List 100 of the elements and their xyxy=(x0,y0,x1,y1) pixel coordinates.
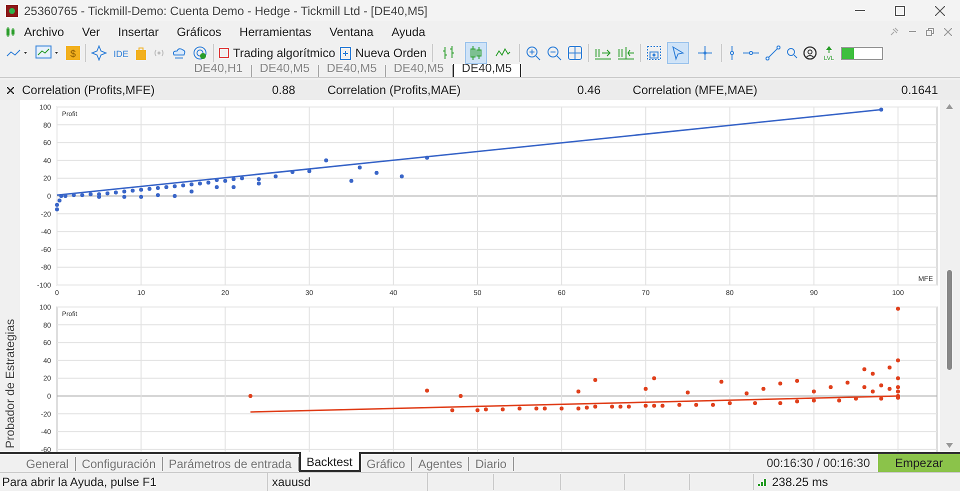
algo-trading-button[interactable]: Trading algorítmico xyxy=(219,44,336,62)
search-icon[interactable] xyxy=(786,47,798,59)
correlation-label: Correlation (Profits,MAE) xyxy=(327,82,461,99)
sparkle-icon[interactable] xyxy=(91,45,107,61)
tester-tab[interactable]: Backtest xyxy=(298,452,361,472)
data-point xyxy=(198,182,202,186)
data-point xyxy=(862,368,866,372)
menu-item[interactable]: Ayuda xyxy=(391,22,426,40)
scroll-up-icon[interactable] xyxy=(946,104,953,109)
data-point xyxy=(139,194,144,199)
shift-left-icon[interactable] xyxy=(616,46,635,60)
candles-icon xyxy=(6,26,16,36)
data-point xyxy=(778,401,782,406)
data-point xyxy=(795,379,800,384)
data-point xyxy=(542,406,547,411)
radar-icon[interactable] xyxy=(192,45,208,61)
pin-icon[interactable] xyxy=(890,27,899,36)
ide-icon[interactable]: IDE xyxy=(112,47,130,59)
data-point xyxy=(710,403,715,408)
data-point xyxy=(248,394,252,398)
data-point xyxy=(896,358,900,363)
data-point xyxy=(854,396,858,401)
data-point xyxy=(677,403,682,408)
grid-icon[interactable] xyxy=(566,45,583,61)
scroll-down-icon[interactable] xyxy=(946,443,953,448)
scroll-right-icon[interactable] xyxy=(594,46,612,60)
ping-time: 238.25 ms xyxy=(772,474,828,491)
tester-tab[interactable]: Agentes xyxy=(412,457,470,471)
tester-tab[interactable]: Configuración xyxy=(76,457,163,471)
data-point xyxy=(458,394,463,398)
tester-tab[interactable]: Gráfico xyxy=(360,457,412,471)
data-point xyxy=(719,380,724,384)
zoom-in-icon[interactable] xyxy=(524,45,541,61)
data-point xyxy=(324,158,328,162)
data-point xyxy=(879,384,884,388)
tester-tab[interactable]: General xyxy=(20,457,76,471)
scrollbar-thumb[interactable] xyxy=(947,270,952,370)
data-point xyxy=(888,366,892,370)
menu-item[interactable]: Ver xyxy=(82,22,100,40)
menu-item[interactable]: Ventana xyxy=(329,22,374,40)
data-point xyxy=(870,390,875,394)
side-tab[interactable]: Probador de Estrategias xyxy=(1,318,19,448)
elapsed-time: 00:16:30 / 00:16:30 xyxy=(766,455,870,472)
document-plus-icon xyxy=(340,46,352,60)
data-point xyxy=(518,406,522,411)
data-point xyxy=(274,174,278,178)
restore-icon[interactable] xyxy=(926,28,934,36)
menu-item[interactable]: Gráficos xyxy=(176,22,222,40)
chart-window-icon[interactable] xyxy=(35,45,61,61)
data-point xyxy=(778,382,782,386)
menu-item[interactable]: Insertar xyxy=(118,22,159,40)
data-point xyxy=(80,193,84,198)
data-point xyxy=(660,404,665,408)
maximize-icon xyxy=(895,6,905,16)
menu-item[interactable]: Archivo xyxy=(24,22,64,40)
data-point xyxy=(88,192,93,196)
data-point xyxy=(744,392,749,396)
data-point xyxy=(652,376,656,380)
data-point xyxy=(593,404,598,409)
cloud-icon[interactable] xyxy=(171,46,187,60)
data-point xyxy=(358,166,362,170)
data-point xyxy=(753,401,758,406)
data-point xyxy=(686,390,690,395)
data-point xyxy=(862,385,866,390)
signal-icon xyxy=(758,478,766,486)
zoom-out-icon[interactable] xyxy=(546,45,562,61)
chart-type-toggle[interactable] xyxy=(464,42,487,64)
screenshot-icon[interactable] xyxy=(646,45,662,61)
data-point xyxy=(307,169,312,174)
data-point xyxy=(534,406,538,411)
cursor-tool-toggle[interactable] xyxy=(666,42,689,64)
data-point xyxy=(576,406,580,411)
data-point xyxy=(190,182,194,186)
data-point xyxy=(206,180,210,185)
menu-item[interactable]: Herramientas xyxy=(239,22,312,40)
horizontal-line-icon[interactable] xyxy=(742,48,760,58)
minimize-icon[interactable] xyxy=(909,30,916,32)
data-point xyxy=(879,108,884,112)
tester-tab[interactable]: Diario xyxy=(469,457,514,471)
close-icon[interactable] xyxy=(7,86,14,94)
data-point xyxy=(232,177,236,182)
data-point xyxy=(148,186,152,191)
data-point xyxy=(610,404,614,409)
user-circle-icon[interactable] xyxy=(802,46,817,60)
correlation-label: Correlation (MFE,MAE) xyxy=(632,82,758,99)
data-point xyxy=(828,385,833,390)
data-point xyxy=(72,193,76,198)
data-point xyxy=(214,178,219,182)
trend-line-icon[interactable] xyxy=(764,45,781,61)
data-point xyxy=(576,390,580,394)
data-point xyxy=(837,398,842,403)
cursor-icon xyxy=(670,45,686,61)
data-point xyxy=(139,188,144,192)
new-order-button[interactable]: Nueva Orden xyxy=(340,44,427,62)
start-button[interactable]: Empezar xyxy=(878,454,960,472)
candlestick-icon xyxy=(468,45,484,61)
correlation-value: 0.46 xyxy=(577,82,601,99)
data-point xyxy=(484,408,488,412)
data-point xyxy=(652,404,656,408)
data-point xyxy=(888,387,892,392)
